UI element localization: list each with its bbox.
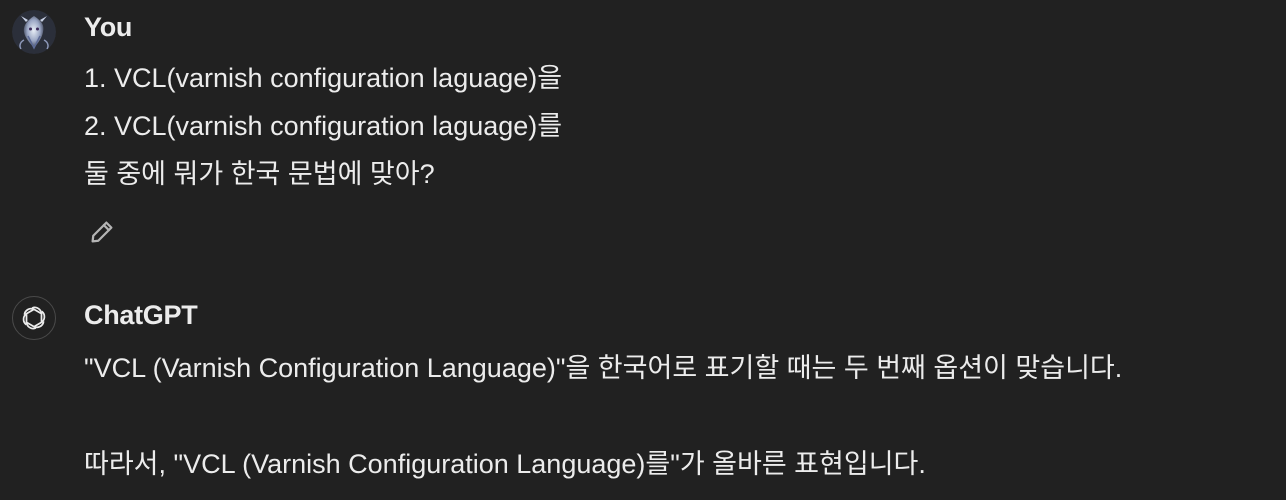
assistant-avatar (12, 296, 56, 340)
dragon-avatar-icon (12, 10, 56, 54)
user-message-line: 1. VCL(varnish configuration laguage)을 (84, 63, 563, 93)
user-message-line: 2. VCL(varnish configuration laguage)를 (84, 111, 563, 141)
user-author-name: You (84, 12, 133, 42)
user-avatar (12, 10, 56, 54)
assistant-author-name: ChatGPT (84, 300, 198, 330)
user-message-text: 1. VCL(varnish configuration laguage)을 2… (84, 54, 562, 198)
user-message-line: 둘 중에 뭐가 한국 문법에 맞아? (84, 159, 435, 189)
openai-logo-icon (22, 306, 46, 330)
assistant-message-line: 따라서, "VCL (Varnish Configuration Languag… (84, 449, 926, 479)
edit-message-button[interactable] (86, 216, 118, 248)
assistant-message-text: "VCL (Varnish Configuration Language)"을 … (84, 344, 1122, 488)
pencil-icon (91, 221, 113, 243)
assistant-message-line: "VCL (Varnish Configuration Language)"을 … (84, 353, 1123, 383)
